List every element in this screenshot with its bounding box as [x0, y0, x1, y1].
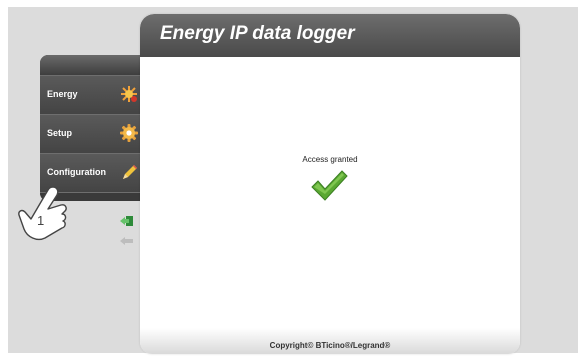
sidebar-item-label: Energy [47, 89, 78, 99]
sidebar-header [40, 55, 147, 75]
hand-pointer-icon: 1 [18, 186, 67, 241]
sidebar-item-setup[interactable]: Setup [40, 114, 147, 153]
panel-footer: Copyright© BTicino®/Legrand® [140, 328, 520, 354]
pencil-icon [123, 165, 137, 179]
exit-door-icon[interactable] [120, 216, 134, 226]
panel-header: Energy IP data logger [140, 14, 520, 57]
status-message: Access granted [302, 155, 358, 164]
copyright-text: Copyright© BTicino®/Legrand® [269, 341, 391, 350]
step-number: 1 [37, 213, 44, 228]
back-arrow-icon[interactable] [120, 236, 134, 246]
sidebar-item-label: Configuration [47, 167, 106, 177]
energy-sparkle-icon [121, 86, 137, 102]
main-panel: Energy IP data logger Access granted Cop… [140, 14, 520, 354]
checkmark-icon [311, 170, 348, 201]
sidebar-item-energy[interactable]: Energy [40, 75, 147, 114]
page-title: Energy IP data logger [160, 23, 355, 44]
sidebar-item-label: Setup [47, 128, 73, 138]
sidebar-menu: Energy Setup Configuration [40, 55, 147, 201]
gear-icon [120, 124, 138, 142]
